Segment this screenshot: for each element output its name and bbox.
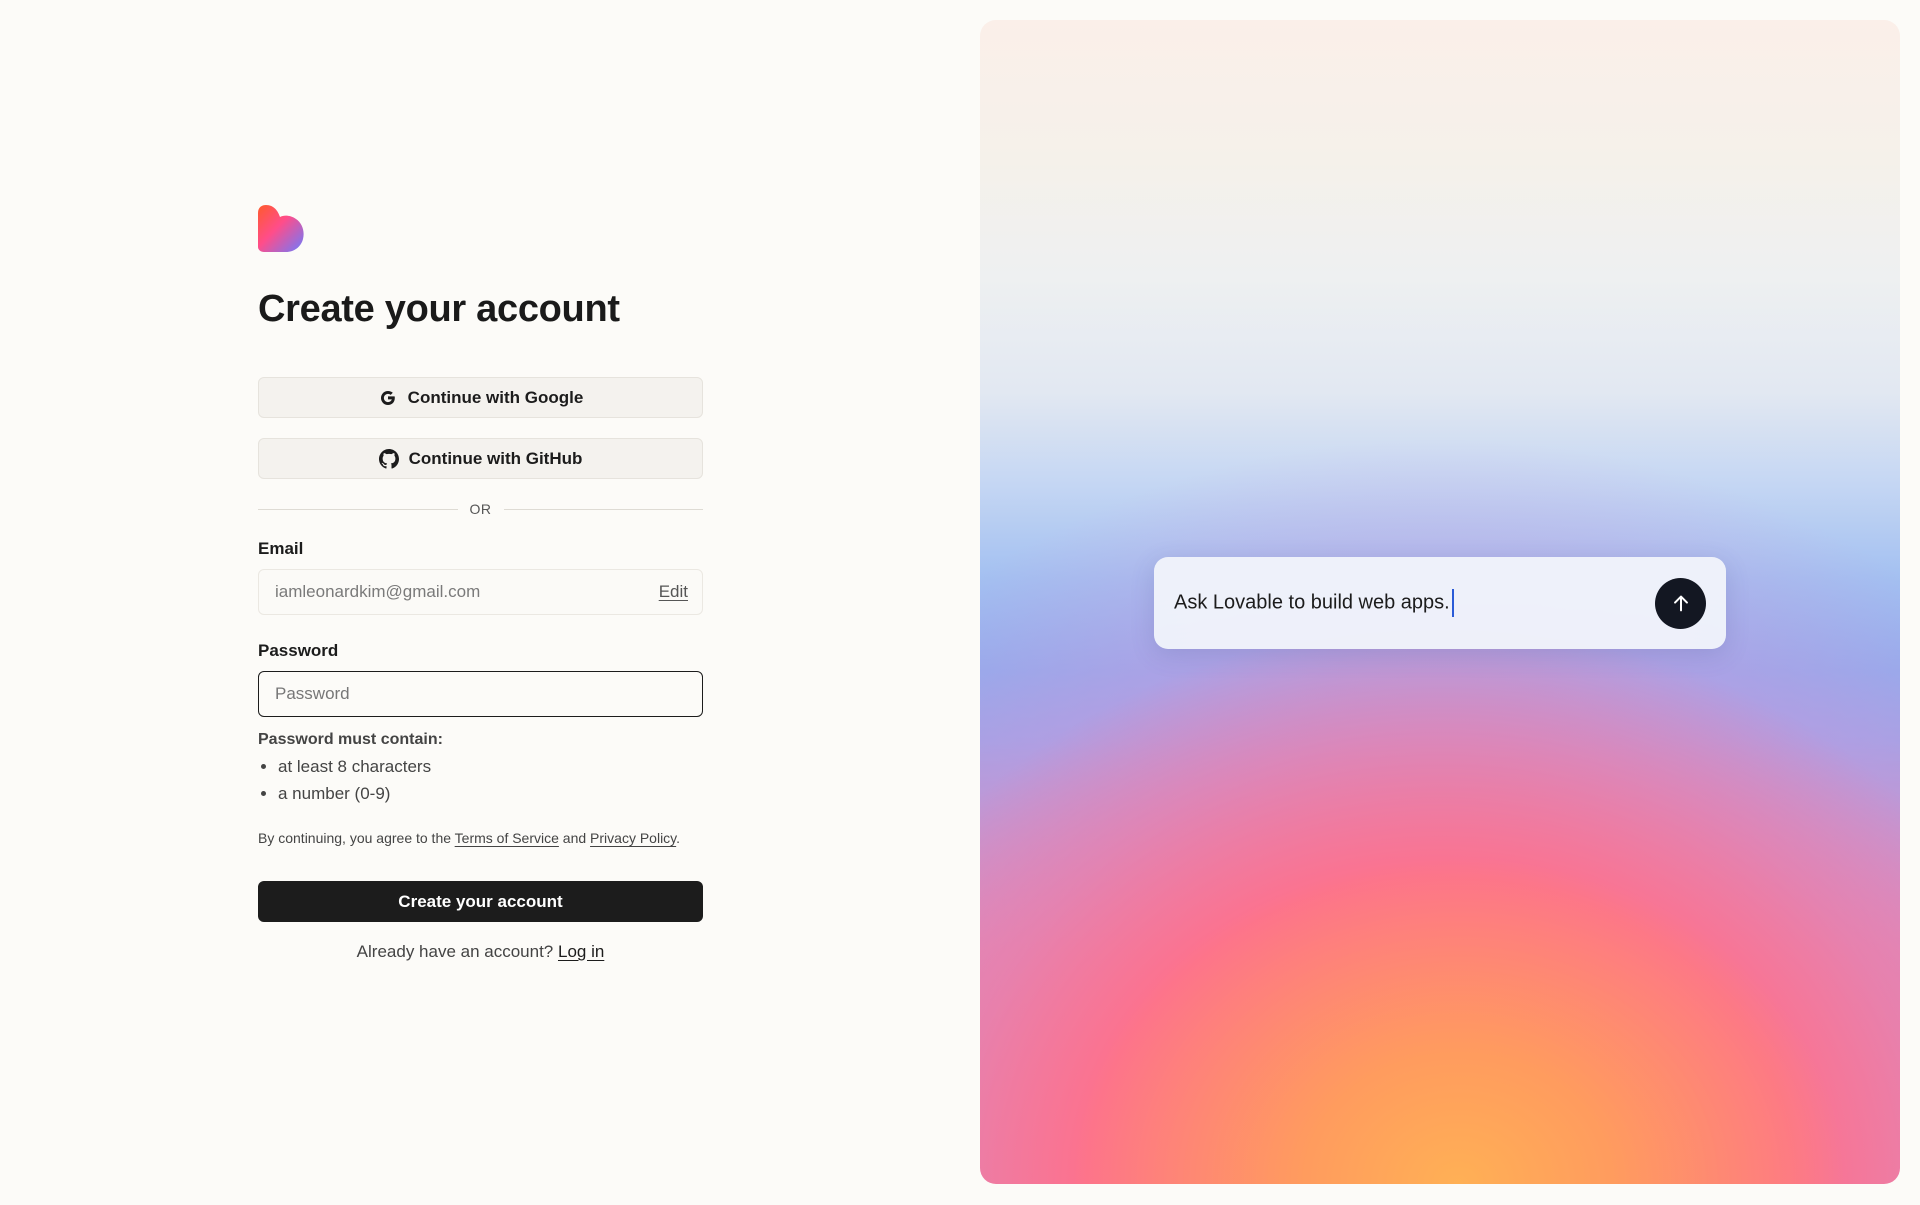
privacy-policy-link[interactable]: Privacy Policy (590, 830, 676, 846)
terms-of-service-link[interactable]: Terms of Service (455, 830, 559, 846)
send-button[interactable] (1655, 577, 1706, 629)
terms-notice: By continuing, you agree to the Terms of… (258, 827, 703, 850)
email-label: Email (258, 539, 304, 558)
hero-prompt-input[interactable]: Ask Lovable to build web apps. (1174, 589, 1655, 617)
requirement-item: at least 8 characters (278, 753, 703, 780)
github-button-label: Continue with GitHub (408, 448, 583, 468)
email-value: iamleonardkim@gmail.com (275, 582, 481, 601)
signup-form: Create your account Continue with Google… (258, 205, 703, 962)
create-account-button[interactable]: Create your account (258, 881, 703, 922)
login-link[interactable]: Log in (558, 942, 604, 961)
page-title: Create your account (258, 288, 620, 330)
text-caret (1451, 589, 1454, 617)
github-icon (378, 448, 399, 469)
hero-gradient-panel: Ask Lovable to build web apps. (980, 20, 1900, 1184)
hero-prompt-text: Ask Lovable to build web apps. (1174, 591, 1450, 614)
password-label: Password (258, 641, 339, 660)
arrow-up-icon (1673, 595, 1688, 612)
login-prompt: Already have an account? (356, 942, 558, 961)
divider-text: OR (469, 501, 492, 517)
password-requirements-list: at least 8 characters a number (0-9) (258, 753, 703, 807)
email-field: iamleonardkim@gmail.com Edit (258, 569, 703, 615)
password-input[interactable] (258, 671, 703, 717)
edit-email-link[interactable]: Edit (659, 582, 688, 602)
requirement-item: a number (0-9) (278, 780, 703, 807)
terms-middle: and (558, 830, 591, 846)
divider-line-left (258, 508, 458, 510)
google-icon (380, 390, 395, 405)
google-button-label: Continue with Google (407, 387, 584, 407)
divider-line-right (503, 508, 703, 510)
continue-google-button[interactable]: Continue with Google (258, 377, 703, 418)
or-divider: OR (258, 501, 703, 517)
lovable-heart-logo (258, 205, 304, 253)
terms-prefix: By continuing, you agree to the (258, 830, 455, 846)
password-requirements-title: Password must contain: (258, 731, 443, 748)
hero-prompt-box[interactable]: Ask Lovable to build web apps. (1154, 557, 1726, 649)
continue-github-button[interactable]: Continue with GitHub (258, 438, 703, 479)
login-row: Already have an account? Log in (258, 942, 703, 962)
terms-suffix: . (676, 830, 681, 846)
